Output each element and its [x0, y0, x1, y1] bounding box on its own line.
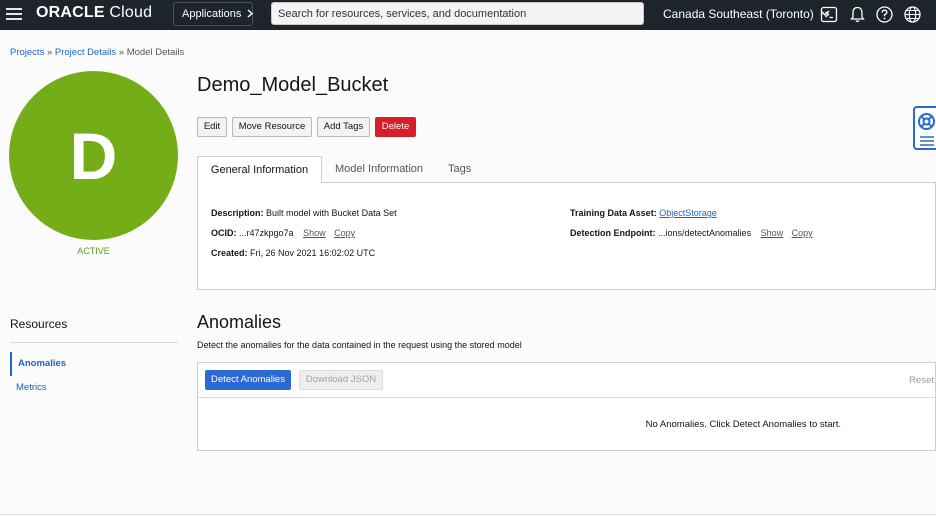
endpoint-copy-link[interactable]: Copy	[792, 228, 813, 238]
detect-anomalies-button[interactable]: Detect Anomalies	[205, 370, 291, 390]
detection-endpoint-value: ...ions/detectAnomalies	[658, 228, 752, 238]
description-label: Description:	[211, 208, 264, 218]
lifebuoy-icon	[918, 113, 935, 130]
training-data-row: Training Data Asset: ObjectStorage	[570, 208, 717, 218]
detail-tabs: General Information Model Information Ta…	[197, 156, 936, 184]
list-icon	[920, 136, 934, 146]
training-data-link[interactable]: ObjectStorage	[659, 208, 717, 218]
logo-light-text: Cloud	[104, 4, 153, 21]
reset-link[interactable]: Reset	[909, 375, 934, 386]
anomalies-heading: Anomalies	[197, 312, 282, 332]
resource-item-anomalies[interactable]: Anomalies	[10, 352, 170, 376]
ocid-show-link[interactable]: Show	[303, 228, 326, 238]
global-search-input[interactable]	[271, 2, 644, 25]
bell-icon[interactable]	[848, 5, 867, 24]
detection-endpoint-label: Detection Endpoint:	[570, 228, 656, 238]
created-label: Created:	[211, 248, 248, 258]
breadcrumb-separator: »	[116, 47, 127, 58]
general-information-panel: Description: Built model with Bucket Dat…	[197, 183, 936, 290]
created-value: Fri, 26 Nov 2021 16:02:02 UTC	[250, 248, 376, 258]
tab-model-information[interactable]: Model Information	[335, 156, 423, 183]
breadcrumb-projects[interactable]: Projects	[10, 47, 44, 58]
logo-bold-text: ORACLE	[36, 4, 105, 21]
anomalies-toolbar: Detect Anomalies Download JSON Reset	[198, 363, 936, 398]
page-title: Demo_Model_Bucket	[197, 74, 389, 96]
oracle-cloud-logo[interactable]: ORACLE Cloud	[36, 4, 152, 22]
endpoint-show-link[interactable]: Show	[761, 228, 784, 238]
training-data-label: Training Data Asset:	[570, 208, 657, 218]
breadcrumb-separator: »	[44, 47, 55, 58]
delete-button[interactable]: Delete	[375, 117, 416, 137]
tab-general-information[interactable]: General Information	[197, 156, 322, 184]
add-tags-button[interactable]: Add Tags	[317, 117, 370, 137]
ocid-value: ...r47zkpgo7a	[239, 228, 294, 238]
ocid-copy-link[interactable]: Copy	[334, 228, 355, 238]
anomalies-description: Detect the anomalies for the data contai…	[197, 340, 522, 350]
model-avatar: D	[9, 71, 178, 240]
edit-button[interactable]: Edit	[197, 117, 227, 137]
anomalies-panel: Detect Anomalies Download JSON Reset No …	[197, 362, 936, 451]
tab-tags[interactable]: Tags	[448, 156, 471, 183]
resources-heading: Resources	[10, 317, 68, 331]
breadcrumb-model-details: Model Details	[126, 47, 185, 58]
help-widget[interactable]	[913, 106, 936, 150]
ocid-row: OCID: ...r47zkpgo7a Show Copy	[211, 228, 355, 238]
move-resource-button[interactable]: Move Resource	[232, 117, 312, 137]
top-navigation-bar: ORACLE Cloud Applications Canada Southea…	[0, 0, 936, 30]
breadcrumb-project-details[interactable]: Project Details	[55, 47, 116, 58]
region-label: Canada Southeast (Toronto)	[663, 7, 814, 21]
download-json-button: Download JSON	[299, 370, 383, 390]
description-row: Description: Built model with Bucket Dat…	[211, 208, 397, 218]
avatar-letter: D	[69, 118, 118, 193]
region-selector[interactable]: Canada Southeast (Toronto)	[663, 7, 830, 21]
description-value: Built model with Bucket Data Set	[266, 208, 397, 218]
hamburger-menu-icon[interactable]	[6, 8, 22, 20]
breadcrumb: Projects » Project Details » Model Detai…	[10, 47, 184, 58]
cloud-shell-icon[interactable]	[820, 5, 839, 24]
globe-icon[interactable]	[903, 5, 922, 24]
resource-item-metrics[interactable]: Metrics	[10, 376, 170, 400]
status-badge: ACTIVE	[77, 246, 110, 256]
chevron-right-icon	[247, 9, 254, 18]
applications-label: Applications	[182, 8, 242, 20]
footer-divider	[0, 514, 936, 515]
empty-state-message: No Anomalies. Click Detect Anomalies to …	[645, 419, 841, 430]
resources-divider	[10, 342, 178, 343]
applications-button[interactable]: Applications	[173, 2, 254, 26]
created-row: Created: Fri, 26 Nov 2021 16:02:02 UTC	[211, 248, 375, 258]
detection-endpoint-row: Detection Endpoint: ...ions/detectAnomal…	[570, 228, 813, 238]
help-icon[interactable]	[875, 5, 894, 24]
ocid-label: OCID:	[211, 228, 237, 238]
